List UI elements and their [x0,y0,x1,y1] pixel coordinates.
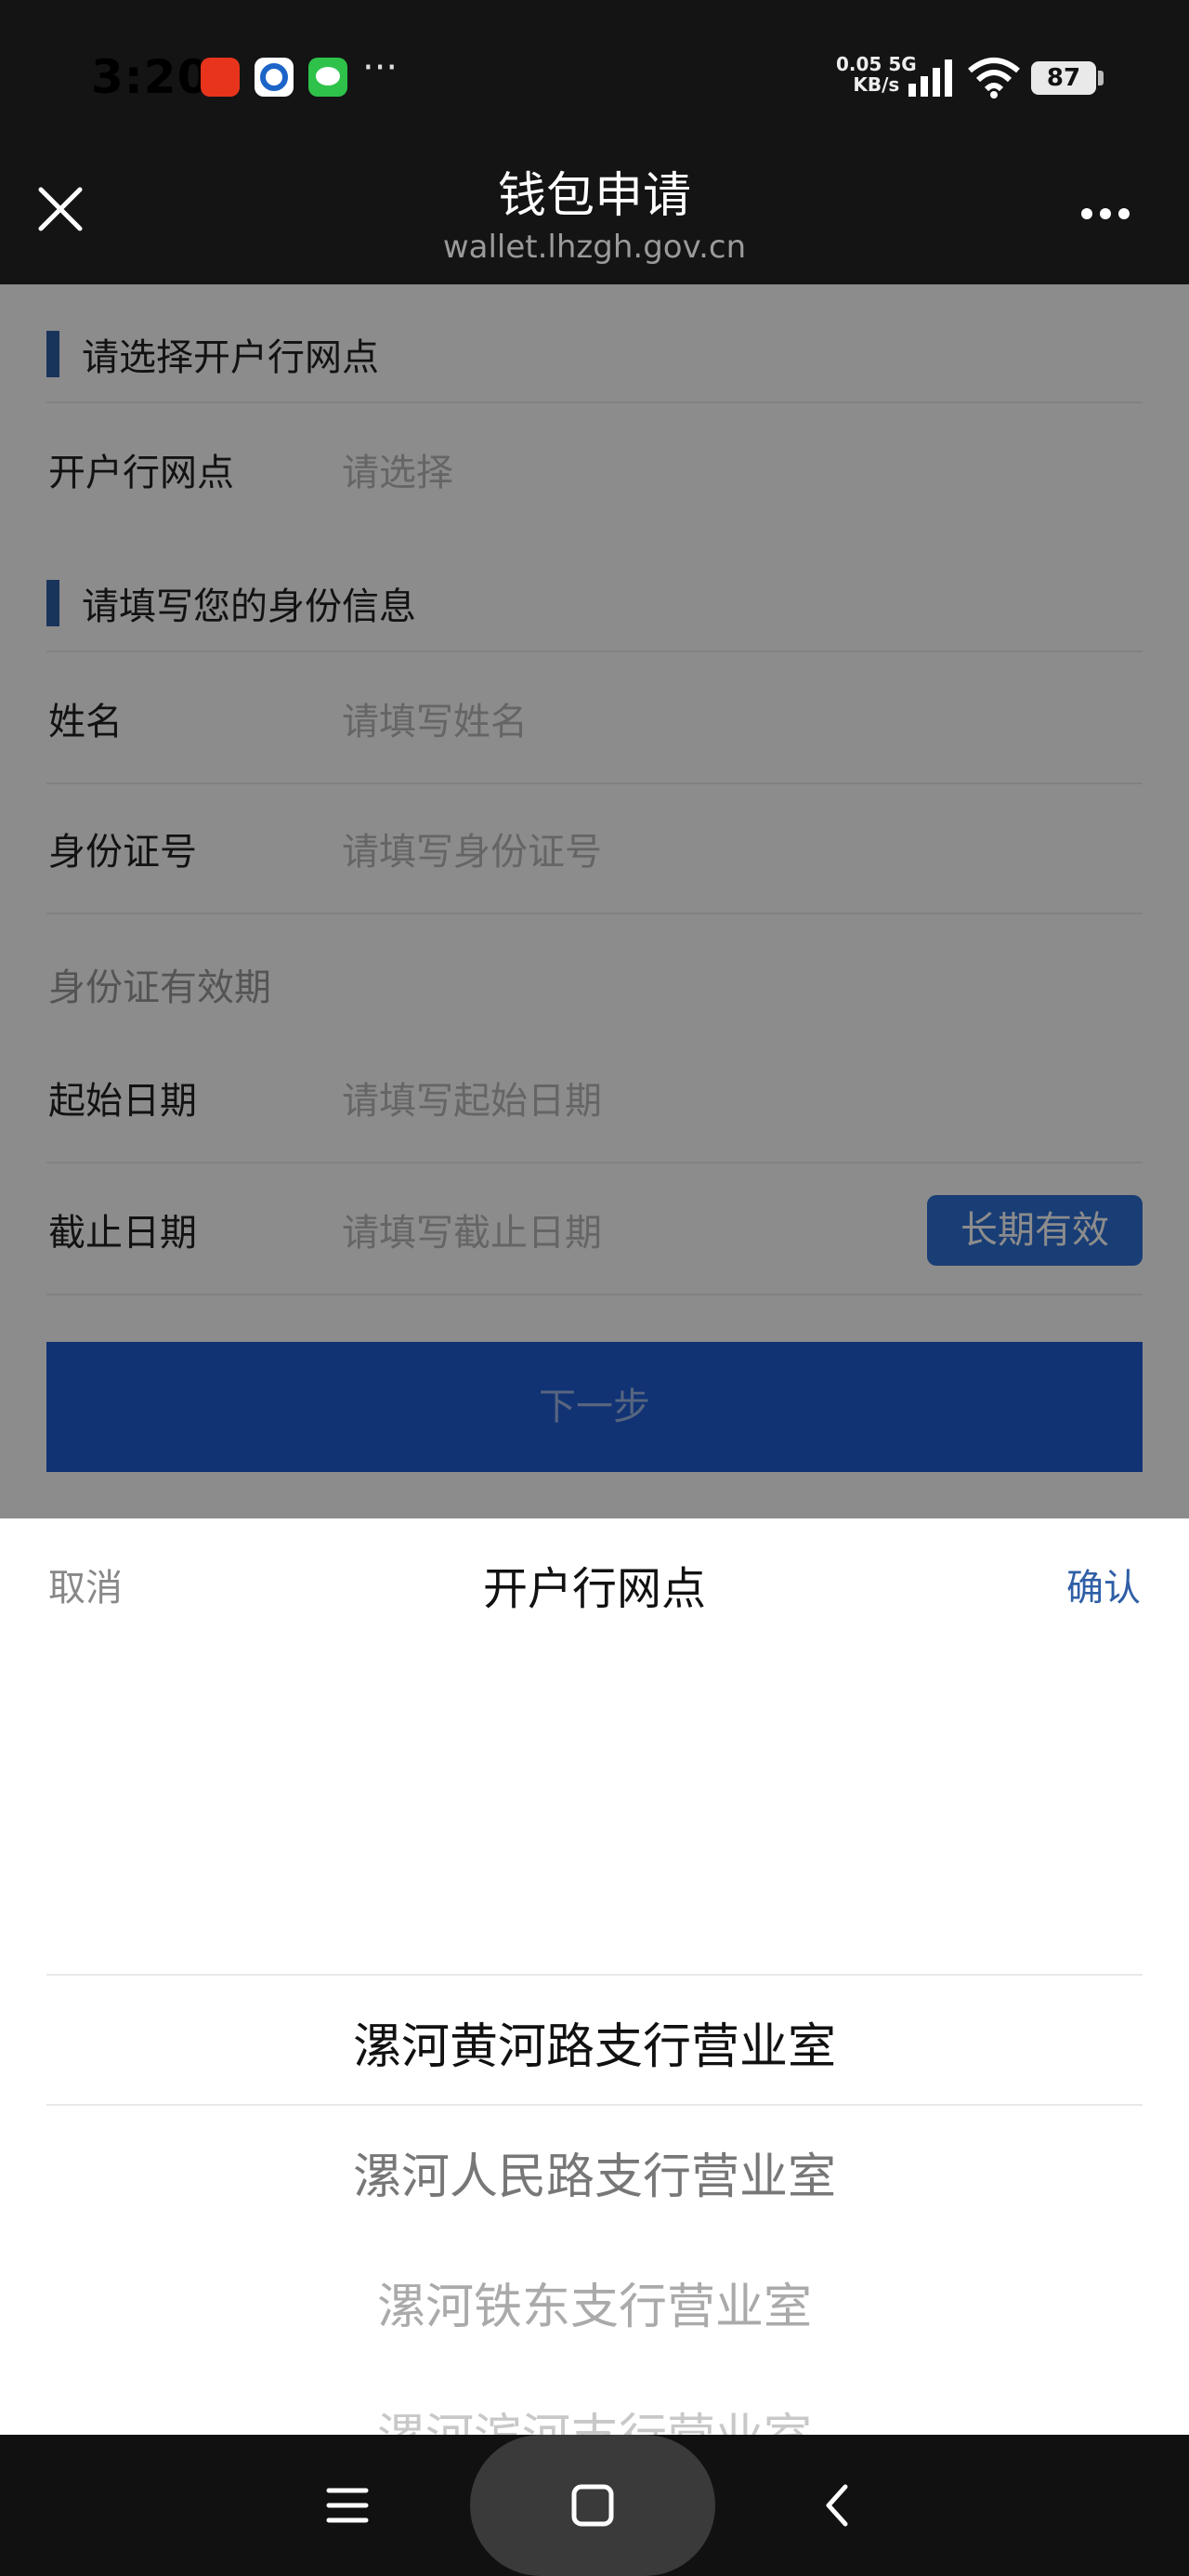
wifi-icon [966,56,1022,102]
page-url: wallet.lhzgh.gov.cn [442,229,747,266]
picker-option[interactable]: 漯河铁东支行营业室 [0,2267,1189,2337]
picker-confirm-button[interactable]: 确认 [1066,1557,1141,1611]
status-time: 3:20 [91,50,211,104]
network-speed: 0.05 5G KB/s [836,53,917,96]
battery-tip [1098,71,1104,85]
menu-icon[interactable] [320,2477,375,2537]
home-icon[interactable] [565,2477,621,2537]
picker-option[interactable]: 漯河滨河支行营业室 [0,2398,1189,2435]
app-notification-icon [255,58,294,97]
signal-icon [907,58,957,102]
back-icon[interactable] [810,2477,866,2537]
picker-title: 开户行网点 [482,1563,706,1615]
picker-option[interactable]: 漯河黄河路支行营业室 [0,2007,1189,2077]
more-options-icon[interactable] [1068,186,1143,242]
picker-highlight-bottom [46,2104,1143,2106]
app-notification-icon [201,58,240,97]
modal-overlay[interactable] [0,284,1189,1518]
picker-option[interactable]: 漯河人民路支行营业室 [0,2137,1189,2207]
battery-indicator: 87 [1031,61,1096,95]
picker-highlight-top [46,1974,1143,1976]
more-notifications-icon: ··· [362,46,399,89]
messages-icon [308,58,347,97]
branch-picker-sheet: 漯河黄河路支行营业室 漯河人民路支行营业室 漯河铁东支行营业室 漯河滨河支行营业… [0,1518,1189,2435]
page-title: 钱包申请 [497,168,691,224]
